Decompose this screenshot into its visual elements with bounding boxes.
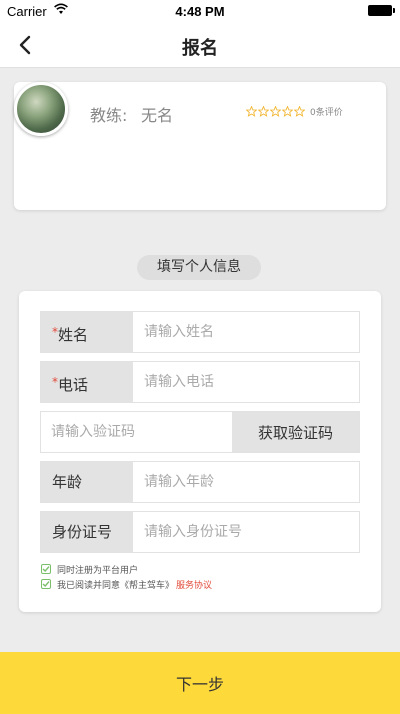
register-agreement: 同时注册为平台用户 (41, 563, 139, 576)
star-icon (294, 106, 305, 117)
name-input[interactable] (133, 312, 359, 352)
review-count: 0条评价 (310, 108, 343, 118)
check-icon (42, 581, 50, 588)
coach-label: 教练: (90, 106, 128, 125)
register-checkbox[interactable] (41, 564, 51, 574)
id-card-input[interactable] (133, 512, 359, 552)
star-icon (246, 106, 257, 117)
age-label: 年龄 (41, 462, 133, 502)
code-row: 获取验证码 (40, 411, 360, 453)
id-card-label: 身份证号 (41, 512, 133, 552)
status-bar: Carrier 4:48 PM (0, 0, 400, 22)
id-card-row: 身份证号 (40, 511, 360, 553)
age-input[interactable] (133, 462, 359, 502)
page-title: 报名 (182, 38, 218, 59)
register-text: 同时注册为平台用户 (57, 565, 139, 576)
coach-name: 无名 (141, 106, 174, 125)
get-code-button[interactable]: 获取验证码 (232, 412, 359, 452)
terms-agreement: 我已阅读并同意《帮主驾车》 服务协议 (41, 578, 212, 591)
rating-stars (246, 106, 305, 118)
next-step-button[interactable]: 下一步 (0, 652, 400, 714)
name-row: *姓名 (40, 311, 360, 353)
phone-row: *电话 (40, 361, 360, 403)
star-icon (258, 106, 269, 117)
terms-checkbox[interactable] (41, 579, 51, 589)
star-icon (282, 106, 293, 117)
phone-label-cell: *电话 (41, 362, 133, 402)
age-row: 年龄 (40, 461, 360, 503)
terms-link[interactable]: 服务协议 (176, 578, 212, 591)
phone-label: 电话 (58, 376, 89, 394)
star-icon (270, 106, 281, 117)
terms-text: 我已阅读并同意《帮主驾车》 (57, 580, 175, 591)
battery-icon (368, 5, 395, 16)
coach-card: 教练: 无名 0条评价 (14, 82, 386, 210)
coach-avatar[interactable] (14, 82, 68, 136)
phone-input[interactable] (133, 362, 359, 402)
name-label-cell: *姓名 (41, 312, 133, 352)
check-icon (42, 566, 50, 573)
verification-code-input[interactable] (41, 412, 231, 452)
form-card: *姓名 *电话 获取验证码 年龄 身份证号 同时注册为平台用户 我已阅读并同意《… (19, 291, 381, 612)
section-title: 填写个人信息 (137, 255, 261, 280)
nav-bar: 报名 (0, 22, 400, 68)
name-label: 姓名 (58, 326, 89, 344)
status-time: 4:48 PM (175, 4, 225, 19)
